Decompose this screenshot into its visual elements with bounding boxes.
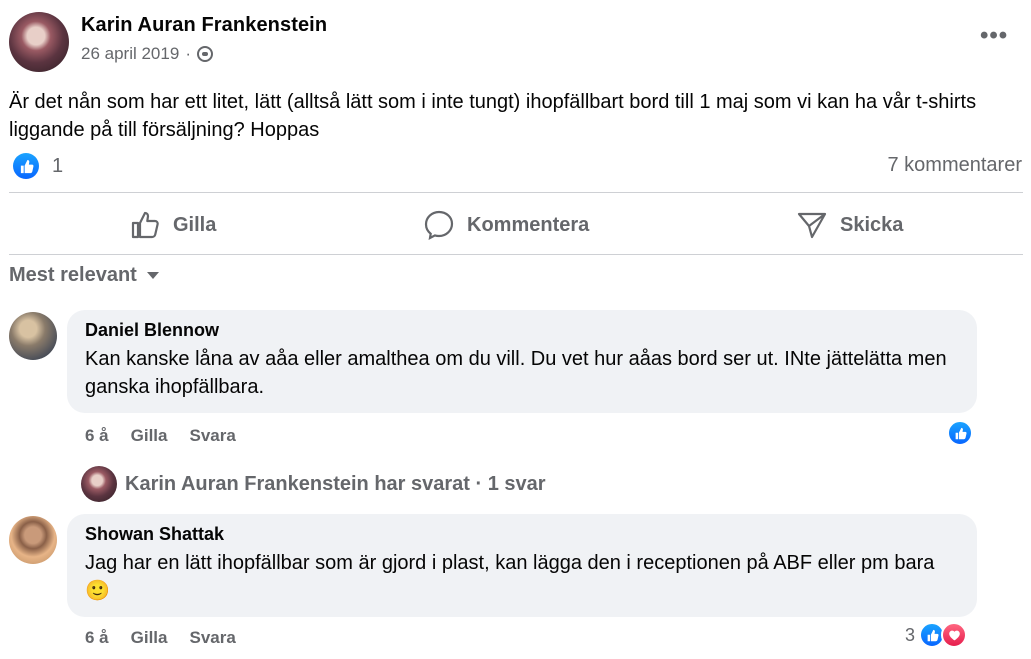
- comment-like-button[interactable]: Gilla: [131, 628, 168, 648]
- comment-text: Kan kanske låna av aåa eller amalthea om…: [85, 348, 947, 398]
- reply-author-avatar: [81, 466, 117, 502]
- post-author-name[interactable]: Karin Auran Frankenstein: [81, 14, 327, 37]
- comment-actions: 6 å Gilla Svara: [85, 628, 236, 648]
- send-icon: [797, 212, 827, 239]
- comment-button[interactable]: Kommentera: [423, 205, 589, 245]
- commenter-avatar[interactable]: [9, 312, 57, 360]
- post-text: Är det nån som har ett litet, lätt (allt…: [9, 91, 977, 141]
- like-button[interactable]: Gilla: [129, 205, 216, 245]
- comment-bubble-icon: [424, 210, 454, 241]
- comment-text: Jag har en lätt ihopfällbar som är gjord…: [85, 552, 935, 602]
- post-reactions[interactable]: 1: [13, 153, 63, 179]
- chevron-down-icon: [146, 272, 159, 279]
- reaction-count: 1: [52, 154, 64, 177]
- comment-button-label: Kommentera: [467, 213, 590, 236]
- like-reaction-icon: [947, 420, 973, 446]
- reply-summary-text: Karin Auran Frankenstein har svarat · 1 …: [125, 472, 546, 495]
- post-meta: 26 april 2019 ·: [81, 44, 213, 64]
- comments-count-link[interactable]: 7 kommentarer: [888, 154, 1023, 177]
- comment-reactions[interactable]: 3: [905, 622, 968, 648]
- heart-reaction-icon: [941, 622, 968, 648]
- commenter-avatar[interactable]: [9, 516, 57, 564]
- view-replies-link[interactable]: Karin Auran Frankenstein har svarat · 1 …: [81, 466, 546, 502]
- comment-reply-button[interactable]: Svara: [190, 426, 236, 446]
- more-options-button[interactable]: •••: [980, 22, 1008, 50]
- comment-bubble: Showan Shattak Jag har en lätt ihopfällb…: [67, 514, 977, 617]
- comment-author[interactable]: Showan Shattak: [85, 524, 959, 545]
- share-button-label: Skicka: [840, 213, 904, 236]
- share-button[interactable]: Skicka: [796, 205, 903, 245]
- comment-reaction-count: 3: [905, 624, 916, 645]
- comment-actions: 6 å Gilla Svara: [85, 426, 236, 446]
- post-date[interactable]: 26 april 2019: [81, 44, 179, 64]
- comment-bubble: Daniel Blennow Kan kanske låna av aåa el…: [67, 310, 977, 413]
- like-button-label: Gilla: [173, 213, 217, 236]
- comment-reply-button[interactable]: Svara: [190, 628, 236, 648]
- comment-timestamp[interactable]: 6 å: [85, 426, 109, 446]
- meta-separator: ·: [185, 44, 191, 63]
- comment-timestamp[interactable]: 6 å: [85, 628, 109, 648]
- comment-author[interactable]: Daniel Blennow: [85, 320, 959, 341]
- divider: [9, 254, 1023, 255]
- comment-reactions[interactable]: [947, 420, 973, 446]
- author-avatar[interactable]: [9, 12, 69, 72]
- comment-sort-dropdown[interactable]: Mest relevant: [9, 264, 159, 287]
- like-reaction-icon: [13, 153, 39, 179]
- sort-label: Mest relevant: [9, 264, 137, 286]
- audience-icon[interactable]: [196, 46, 213, 62]
- divider: [9, 192, 1023, 193]
- comment-like-button[interactable]: Gilla: [131, 426, 168, 446]
- thumbs-up-icon: [131, 211, 159, 239]
